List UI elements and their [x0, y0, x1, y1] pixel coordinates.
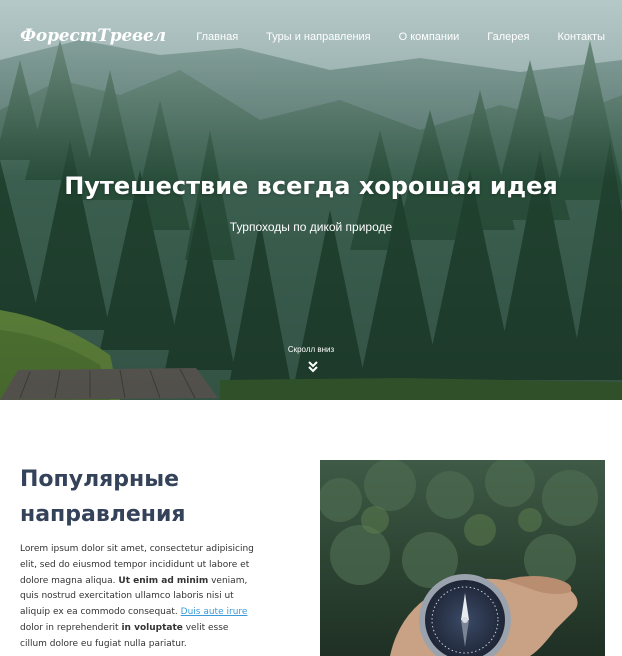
- paragraph-link[interactable]: Duis aute irure: [181, 607, 248, 617]
- compass-photo: [320, 460, 605, 656]
- nav-link-tours[interactable]: Туры и направления: [266, 31, 370, 43]
- nav-link-about[interactable]: О компании: [399, 31, 460, 43]
- hero-subtitle: Турпоходы по дикой природе: [229, 220, 393, 234]
- paragraph-text-3: dolor in reprehenderit: [20, 622, 119, 633]
- nav-link-gallery[interactable]: Галерея: [487, 31, 529, 43]
- nav-link-home[interactable]: Главная: [196, 31, 238, 43]
- section-paragraph: Lorem ipsum dolor sit amet, consectetur …: [20, 542, 258, 653]
- paragraph-bold-1: Ut enim ad minim: [118, 575, 209, 586]
- nav-link-contacts[interactable]: Контакты: [557, 31, 605, 43]
- chevron-double-down-icon[interactable]: [307, 360, 319, 374]
- scroll-down-label[interactable]: Скролл вниз: [0, 345, 622, 354]
- paragraph-bold-2: in voluptate: [121, 622, 183, 633]
- forest-background-image: [0, 0, 622, 400]
- hero-banner: ФорестТревел Главная Туры и направления …: [0, 0, 622, 400]
- main-nav: Главная Туры и направления О компании Га…: [196, 31, 605, 43]
- section-title: Популярные направления: [20, 467, 186, 527]
- site-logo[interactable]: ФорестТревел: [20, 26, 166, 46]
- hero-title: Путешествие всегда хорошая идея: [64, 172, 558, 200]
